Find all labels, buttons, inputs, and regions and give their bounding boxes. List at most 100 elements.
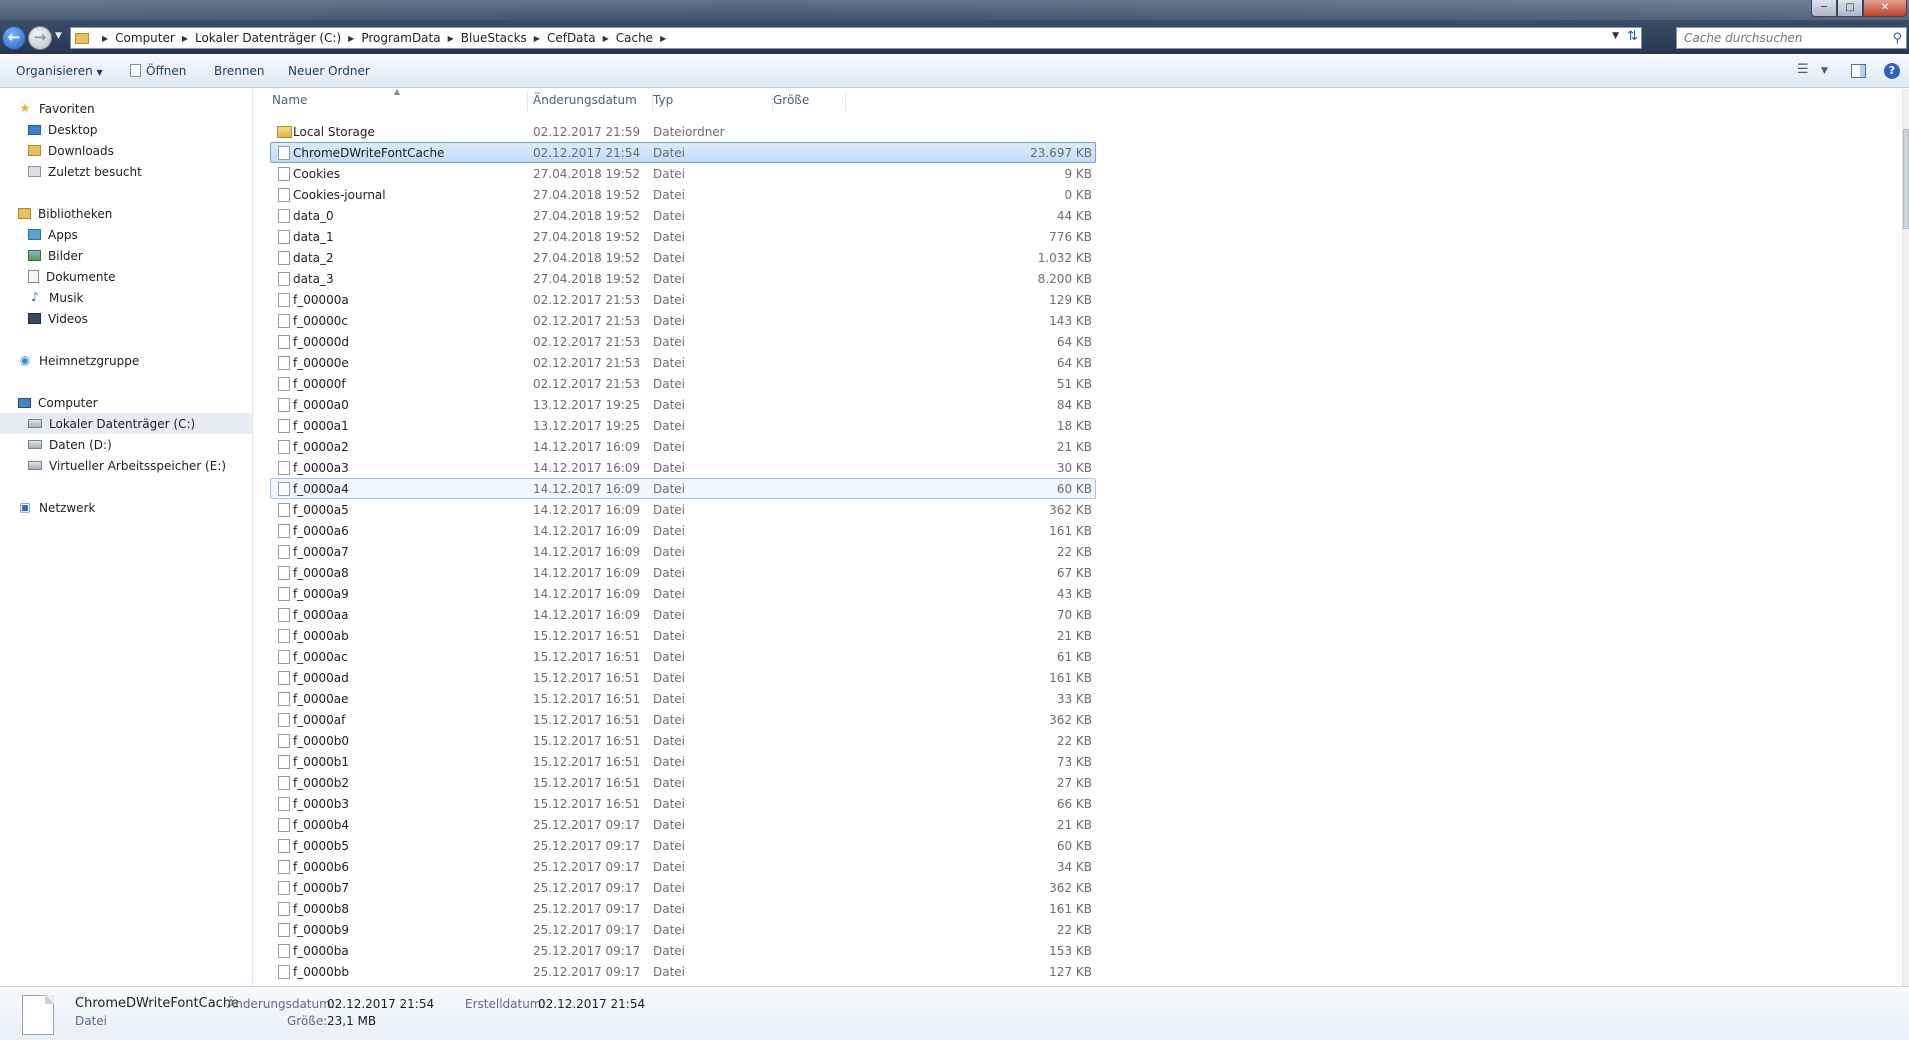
nav-drive-c[interactable]: Lokaler Datenträger (C:) bbox=[0, 413, 252, 434]
file-row[interactable]: f_0000a1 13.12.2017 19:25 Datei 18 KB bbox=[270, 415, 1096, 436]
nav-documents[interactable]: Dokumente bbox=[28, 266, 116, 287]
file-row[interactable]: f_0000b0 15.12.2017 16:51 Datei 22 KB bbox=[270, 730, 1096, 751]
nav-videos[interactable]: Videos bbox=[28, 308, 88, 329]
file-row[interactable]: Cookies-journal 27.04.2018 19:52 Datei 0 KB bbox=[270, 184, 1096, 205]
vertical-scrollbar[interactable] bbox=[1902, 89, 1909, 986]
preview-pane-icon[interactable] bbox=[1851, 64, 1866, 78]
breadcrumb-arrow-icon[interactable]: ▶ bbox=[660, 34, 666, 43]
file-row[interactable]: f_0000ac 15.12.2017 16:51 Datei 61 KB bbox=[270, 646, 1096, 667]
breadcrumb-cache[interactable]: Cache bbox=[616, 31, 653, 45]
search-icon[interactable]: ⚲ bbox=[1892, 29, 1902, 49]
file-type: Datei bbox=[653, 734, 686, 748]
file-row[interactable]: f_0000a5 14.12.2017 16:09 Datei 362 KB bbox=[270, 499, 1096, 520]
breadcrumb-arrow-icon[interactable]: ▶ bbox=[348, 34, 354, 43]
folder-row[interactable]: Local Storage 02.12.2017 21:59 Dateiordner bbox=[270, 121, 1096, 142]
breadcrumb-cefdata[interactable]: CefData bbox=[547, 31, 596, 45]
file-row[interactable]: f_00000f 02.12.2017 21:53 Datei 51 KB bbox=[270, 373, 1096, 394]
view-dropdown-icon[interactable]: ▼ bbox=[1821, 66, 1828, 76]
file-row[interactable]: f_0000ab 15.12.2017 16:51 Datei 21 KB bbox=[270, 625, 1096, 646]
file-icon bbox=[278, 818, 290, 832]
file-date: 27.04.2018 19:52 bbox=[533, 167, 641, 181]
file-row[interactable]: f_0000b3 15.12.2017 16:51 Datei 66 KB bbox=[270, 793, 1096, 814]
nav-desktop[interactable]: Desktop bbox=[28, 119, 98, 140]
minimize-button[interactable]: ─ bbox=[1811, 0, 1837, 17]
file-row[interactable]: f_0000b7 25.12.2017 09:17 Datei 362 KB bbox=[270, 877, 1096, 898]
file-row[interactable]: f_00000d 02.12.2017 21:53 Datei 64 KB bbox=[270, 331, 1096, 352]
file-row[interactable]: data_1 27.04.2018 19:52 Datei 776 KB bbox=[270, 226, 1096, 247]
open-button[interactable]: Öffnen bbox=[130, 64, 186, 78]
nav-pictures[interactable]: Bilder bbox=[28, 245, 83, 266]
file-row[interactable]: f_0000af 15.12.2017 16:51 Datei 362 KB bbox=[270, 709, 1096, 730]
search-box[interactable]: ⚲ bbox=[1676, 27, 1907, 49]
file-row[interactable]: f_00000a 02.12.2017 21:53 Datei 129 KB bbox=[270, 289, 1096, 310]
file-row[interactable]: f_0000b4 25.12.2017 09:17 Datei 21 KB bbox=[270, 814, 1096, 835]
nav-music[interactable]: ♪ Musik bbox=[28, 287, 83, 308]
address-bar[interactable]: ▶ Computer ▶ Lokaler Datenträger (C:) ▶ … bbox=[70, 27, 1642, 49]
scrollbar-thumb[interactable] bbox=[1903, 129, 1909, 229]
file-row[interactable]: data_3 27.04.2018 19:52 Datei 8.200 KB bbox=[270, 268, 1096, 289]
file-row[interactable]: f_0000b6 25.12.2017 09:17 Datei 34 KB bbox=[270, 856, 1096, 877]
file-row[interactable]: f_00000e 02.12.2017 21:53 Datei 64 KB bbox=[270, 352, 1096, 373]
address-dropdown-icon[interactable]: ▼ bbox=[1612, 31, 1619, 41]
nav-drive-d[interactable]: Daten (D:) bbox=[28, 434, 112, 455]
nav-network[interactable]: ▣ Netzwerk bbox=[18, 497, 95, 518]
nav-homegroup[interactable]: ◉ Heimnetzgruppe bbox=[18, 350, 139, 371]
file-row[interactable]: f_0000a4 14.12.2017 16:09 Datei 60 KB bbox=[270, 478, 1096, 499]
breadcrumb-drive-c[interactable]: Lokaler Datenträger (C:) bbox=[195, 31, 341, 45]
file-row[interactable]: f_0000b5 25.12.2017 09:17 Datei 60 KB bbox=[270, 835, 1096, 856]
file-row[interactable]: Cookies 27.04.2018 19:52 Datei 9 KB bbox=[270, 163, 1096, 184]
file-row[interactable]: f_0000bb 25.12.2017 09:17 Datei 127 KB bbox=[270, 961, 1096, 982]
file-row[interactable]: f_0000ba 25.12.2017 09:17 Datei 153 KB bbox=[270, 940, 1096, 961]
file-row[interactable]: f_0000aa 14.12.2017 16:09 Datei 70 KB bbox=[270, 604, 1096, 625]
breadcrumb-arrow-icon[interactable]: ▶ bbox=[603, 34, 609, 43]
burn-button[interactable]: Brennen bbox=[214, 64, 264, 78]
breadcrumb-arrow-icon[interactable]: ▶ bbox=[534, 34, 540, 43]
breadcrumb-computer[interactable]: Computer bbox=[115, 31, 175, 45]
help-icon[interactable]: ? bbox=[1884, 63, 1900, 79]
maximize-button[interactable]: □ bbox=[1837, 0, 1863, 17]
organize-button[interactable]: Organisieren ▼ bbox=[16, 64, 103, 78]
column-header-type[interactable]: Typ bbox=[653, 93, 773, 111]
file-row[interactable]: f_0000a2 14.12.2017 16:09 Datei 21 KB bbox=[270, 436, 1096, 457]
column-header-date[interactable]: Änderungsdatum bbox=[533, 93, 653, 111]
nav-libraries[interactable]: Bibliotheken bbox=[18, 203, 112, 224]
file-row[interactable]: ChromeDWriteFontCache 02.12.2017 21:54 Dat… bbox=[270, 142, 1096, 163]
file-row[interactable]: data_2 27.04.2018 19:52 Datei 1.032 KB bbox=[270, 247, 1096, 268]
file-row[interactable]: f_0000b2 15.12.2017 16:51 Datei 27 KB bbox=[270, 772, 1096, 793]
file-row[interactable]: f_0000a6 14.12.2017 16:09 Datei 161 KB bbox=[270, 520, 1096, 541]
breadcrumb-bluestacks[interactable]: BlueStacks bbox=[461, 31, 527, 45]
file-row[interactable]: f_0000b1 15.12.2017 16:51 Datei 73 KB bbox=[270, 751, 1096, 772]
file-size: 34 KB bbox=[1056, 860, 1092, 874]
search-input[interactable] bbox=[1684, 31, 1879, 45]
file-row[interactable]: f_0000a0 13.12.2017 19:25 Datei 84 KB bbox=[270, 394, 1096, 415]
new-folder-button[interactable]: Neuer Ordner bbox=[288, 64, 370, 78]
breadcrumb-arrow-icon[interactable]: ▶ bbox=[182, 34, 188, 43]
file-row[interactable]: f_0000a8 14.12.2017 16:09 Datei 67 KB bbox=[270, 562, 1096, 583]
file-row[interactable]: f_0000ad 15.12.2017 16:51 Datei 161 KB bbox=[270, 667, 1096, 688]
file-row[interactable]: f_0000ae 15.12.2017 16:51 Datei 33 KB bbox=[270, 688, 1096, 709]
file-row[interactable]: f_00000c 02.12.2017 21:53 Datei 143 KB bbox=[270, 310, 1096, 331]
file-row[interactable]: f_0000a7 14.12.2017 16:09 Datei 22 KB bbox=[270, 541, 1096, 562]
breadcrumb-programdata[interactable]: ProgramData bbox=[361, 31, 440, 45]
file-row[interactable]: data_0 27.04.2018 19:52 Datei 44 KB bbox=[270, 205, 1096, 226]
nav-drive-e[interactable]: Virtueller Arbeitsspeicher (E:) bbox=[28, 455, 226, 476]
file-row[interactable]: f_0000b9 25.12.2017 09:17 Datei 22 KB bbox=[270, 919, 1096, 940]
nav-computer[interactable]: Computer bbox=[18, 392, 98, 413]
nav-downloads[interactable]: Downloads bbox=[28, 140, 114, 161]
forward-arrow-icon[interactable]: → bbox=[28, 26, 52, 50]
nav-recent[interactable]: Zuletzt besucht bbox=[28, 161, 142, 182]
breadcrumb-arrow-icon[interactable]: ▶ bbox=[102, 34, 108, 43]
close-button[interactable]: ✕ bbox=[1863, 0, 1907, 17]
nav-favorites[interactable]: ★ Favoriten bbox=[18, 98, 95, 119]
breadcrumb-arrow-icon[interactable]: ▶ bbox=[448, 34, 454, 43]
file-type: Datei bbox=[653, 755, 686, 769]
view-list-icon[interactable]: ☰ bbox=[1797, 62, 1809, 77]
nav-apps[interactable]: Apps bbox=[28, 224, 78, 245]
file-row[interactable]: f_0000a9 14.12.2017 16:09 Datei 43 KB bbox=[270, 583, 1096, 604]
column-header-size[interactable]: Größe bbox=[773, 93, 846, 111]
refresh-icon[interactable]: ⇅ bbox=[1627, 29, 1638, 44]
back-arrow-icon[interactable]: ← bbox=[2, 26, 26, 50]
file-row[interactable]: f_0000a3 14.12.2017 16:09 Datei 30 KB bbox=[270, 457, 1096, 478]
recent-pages-chevron-icon[interactable]: ▼ bbox=[55, 31, 62, 41]
file-row[interactable]: f_0000b8 25.12.2017 09:17 Datei 161 KB bbox=[270, 898, 1096, 919]
